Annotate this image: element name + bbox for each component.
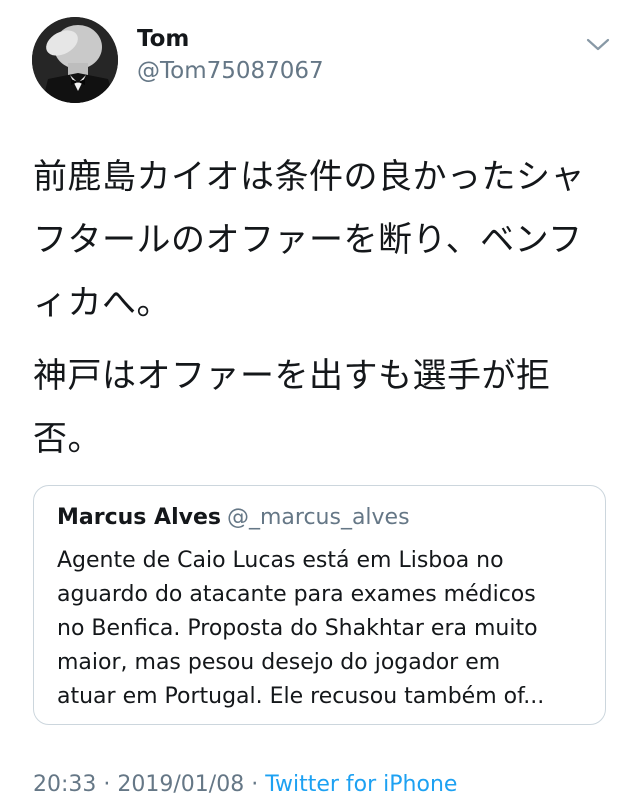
tweet-text: 前鹿島カイオは条件の良かったシャフタールのオファーを断り、ベンフィカへ。 神戸は… (33, 146, 613, 471)
quoted-text-line: Agente de Caio Lucas está em Lisboa no (57, 548, 504, 573)
quoted-tweet-header: Marcus Alves @_marcus_alves (57, 505, 410, 530)
quoted-text-line: no Benfica. Proposta do Shakhtar era mui… (57, 616, 538, 641)
meta-separator: · (244, 772, 266, 797)
author-display-name[interactable]: Tom (137, 26, 189, 52)
quoted-text-line: maior, mas pesou desejo do jogador em (57, 650, 501, 675)
tweet-time: 20:33 (33, 772, 97, 797)
quoted-author-name: Marcus Alves (57, 505, 221, 530)
tweet-paragraph: 神戸はオファーを出すも選手が拒否。 (33, 356, 551, 459)
tweet-paragraph: 前鹿島カイオは条件の良かったシャフタールのオファーを断り、ベンフィカへ。 (33, 157, 585, 323)
quoted-tweet-card[interactable]: Marcus Alves @_marcus_alves Agente de Cai… (33, 485, 606, 725)
quoted-text-line: aguardo do atacante para exames médicos (57, 582, 536, 607)
quoted-author-handle: @_marcus_alves (226, 505, 410, 530)
avatar[interactable] (32, 17, 118, 103)
chevron-down-icon[interactable] (584, 34, 612, 54)
quoted-tweet-text: Agente de Caio Lucas está em Lisboa no a… (57, 544, 587, 714)
quoted-text-line: atuar em Portugal. Ele recusou também of… (57, 684, 545, 709)
tweet-source-link[interactable]: Twitter for iPhone (265, 772, 457, 797)
author-handle[interactable]: @Tom75087067 (137, 58, 324, 84)
tweet-date: 2019/01/08 (117, 772, 245, 797)
avatar-photo (32, 17, 118, 103)
meta-separator: · (96, 772, 118, 797)
tweet-meta: 20:33 · 2019/01/08 · Twitter for iPhone (33, 772, 457, 797)
